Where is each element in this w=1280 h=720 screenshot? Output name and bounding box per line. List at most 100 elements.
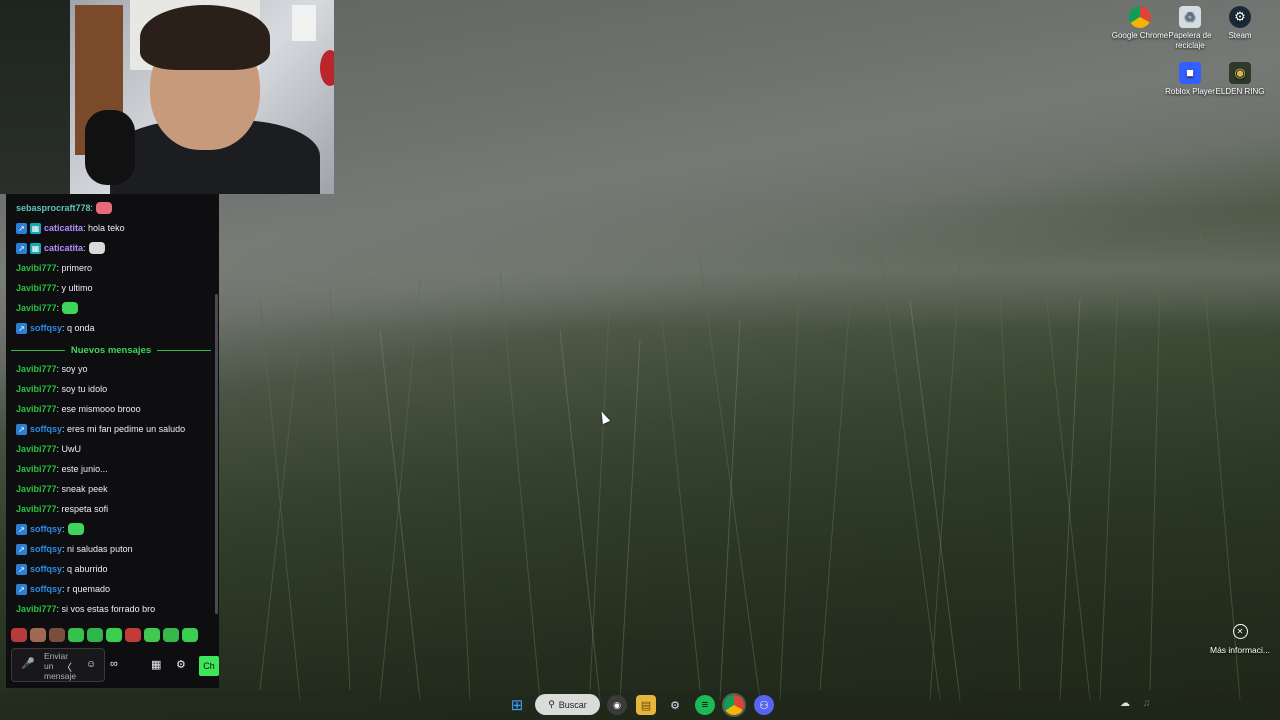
chat-message: sebasprocraft778: bbox=[16, 201, 113, 215]
emote-button[interactable] bbox=[30, 628, 46, 642]
desktop-icon-label: Google Chrome bbox=[1111, 31, 1169, 40]
chat-message-text: sneak peek bbox=[59, 484, 108, 494]
chat-username[interactable]: soffqsy bbox=[30, 424, 62, 434]
desktop-icon-elden-ring[interactable]: ◉ ELDEN RING bbox=[1211, 58, 1269, 97]
chat-separator: : bbox=[83, 243, 86, 253]
chat-username[interactable]: Javibi777 bbox=[16, 303, 57, 313]
chat-username[interactable]: soffqsy bbox=[30, 544, 62, 554]
chat-username[interactable]: Javibi777 bbox=[16, 464, 57, 474]
emote-button[interactable] bbox=[163, 628, 179, 642]
chat-send-button[interactable]: Ch bbox=[199, 656, 219, 676]
chat-message-text: eres mi fan pedime un saludo bbox=[64, 424, 186, 434]
prime-badge-icon[interactable]: ↗ bbox=[16, 563, 27, 575]
chat-username[interactable]: Javibi777 bbox=[16, 384, 57, 394]
recycle-bin-icon: ♻ bbox=[1179, 6, 1201, 28]
stream-chat-panel: sebasprocraft778: ↗ ▦ caticatita: hola teko… bbox=[6, 194, 219, 688]
bits-icon[interactable]: ∞ bbox=[110, 658, 118, 670]
emote-button[interactable] bbox=[144, 628, 160, 642]
chat-message-text: q aburrido bbox=[64, 564, 108, 574]
chat-username[interactable]: Javibi777 bbox=[16, 263, 57, 273]
chat-username[interactable]: Javibi777 bbox=[16, 404, 57, 414]
prime-badge-icon[interactable]: ↗ bbox=[16, 242, 27, 254]
chat-username[interactable]: soffqsy bbox=[30, 323, 62, 333]
sub-badge-icon[interactable]: ▦ bbox=[30, 242, 41, 254]
emote-button[interactable] bbox=[125, 628, 141, 642]
chat-message: ↗ ▦ caticatita: hola teko bbox=[16, 221, 125, 235]
chat-message: Javibi777: soy tu idolo bbox=[16, 382, 107, 396]
webcam-poster bbox=[292, 5, 316, 41]
new-messages-label: Nuevos mensajes bbox=[70, 344, 152, 356]
spotify-icon[interactable]: ≡ bbox=[695, 695, 715, 715]
chrome-icon bbox=[1129, 6, 1151, 28]
chat-username[interactable]: caticatita bbox=[44, 223, 83, 233]
chat-message-text: soy tu idolo bbox=[59, 384, 108, 394]
chat-username[interactable]: caticatita bbox=[44, 243, 83, 253]
desktop-icon-label: Steam bbox=[1228, 31, 1252, 40]
prime-badge-icon[interactable]: ↗ bbox=[16, 322, 27, 334]
settings-icon[interactable]: ⚙ bbox=[176, 658, 186, 671]
chat-input[interactable]: 🎤 Enviar un mensaje 〈 ☺ bbox=[11, 648, 105, 682]
info-camera-icon: ✕ bbox=[1232, 624, 1248, 639]
prime-badge-icon[interactable]: ↗ bbox=[16, 423, 27, 435]
more-info-button[interactable]: ✕ Más informaci... bbox=[1208, 622, 1272, 655]
chat-username[interactable]: Javibi777 bbox=[16, 484, 57, 494]
elden-ring-icon: ◉ bbox=[1229, 62, 1251, 84]
chat-username[interactable]: Javibi777 bbox=[16, 604, 57, 614]
chat-username[interactable]: sebasprocraft778 bbox=[16, 203, 91, 213]
obs-icon[interactable]: ◉ bbox=[607, 695, 627, 715]
volume-icon[interactable]: ♫ bbox=[1143, 698, 1151, 709]
chat-username[interactable]: soffqsy bbox=[30, 584, 62, 594]
chrome-taskbar-icon[interactable] bbox=[722, 693, 746, 717]
chat-message: Javibi777: sneak peek bbox=[16, 482, 108, 496]
chat-message: Javibi777: y ultimo bbox=[16, 281, 93, 295]
new-messages-divider: Nuevos mensajes bbox=[11, 343, 212, 357]
prime-badge-icon[interactable]: ↗ bbox=[16, 543, 27, 555]
prime-badge-icon[interactable]: ↗ bbox=[16, 222, 27, 234]
start-icon[interactable]: ⊞ bbox=[507, 695, 527, 715]
chat-message: ↗ soffqsy: eres mi fan pedime un saludo bbox=[16, 422, 185, 436]
chat-message-text: r quemado bbox=[64, 584, 111, 594]
chat-scrollbar[interactable] bbox=[215, 294, 218, 614]
translate-icon[interactable]: 〈 bbox=[62, 659, 72, 674]
roblox-icon: ■ bbox=[1179, 62, 1201, 84]
prime-badge-icon[interactable]: ↗ bbox=[16, 523, 27, 535]
chat-username[interactable]: Javibi777 bbox=[16, 504, 57, 514]
chat-username[interactable]: soffqsy bbox=[30, 564, 62, 574]
chat-message-text: si vos estas forrado bro bbox=[59, 604, 156, 614]
sub-badge-icon[interactable]: ▦ bbox=[30, 222, 41, 234]
store-icon[interactable]: ▦ bbox=[151, 658, 161, 671]
microphone-icon[interactable]: 🎤 bbox=[21, 657, 35, 670]
chat-username[interactable]: Javibi777 bbox=[16, 364, 57, 374]
chat-separator: : bbox=[62, 524, 65, 534]
discord-icon[interactable]: ⚇ bbox=[754, 695, 774, 715]
chat-message-text: hola teko bbox=[85, 223, 125, 233]
chat-message: Javibi777: soy yo bbox=[16, 362, 88, 376]
desktop-icon-label: Papelera de reciclaje bbox=[1168, 31, 1212, 50]
emoji-icon[interactable]: ☺ bbox=[86, 659, 96, 670]
file-explorer-icon[interactable]: ▤ bbox=[636, 695, 656, 715]
steam-taskbar-icon[interactable]: ⚙ bbox=[665, 695, 685, 715]
desktop-icon-steam[interactable]: ⚙ Steam bbox=[1211, 2, 1269, 41]
taskbar-search[interactable]: ⚲ Buscar bbox=[535, 694, 600, 715]
chat-message: Javibi777: si vos estas forrado bro bbox=[16, 602, 155, 616]
chat-separator: : bbox=[56, 303, 60, 313]
emote-button[interactable] bbox=[87, 628, 103, 642]
chat-message: ↗ soffqsy: q aburrido bbox=[16, 562, 108, 576]
chat-message-text: q onda bbox=[64, 323, 95, 333]
emote-button[interactable] bbox=[49, 628, 65, 642]
emote-button[interactable] bbox=[106, 628, 122, 642]
chat-message: ↗ ▦ caticatita: bbox=[16, 241, 105, 255]
duck-emote bbox=[88, 242, 105, 254]
network-icon[interactable]: ☁ bbox=[1120, 698, 1130, 709]
prime-badge-icon[interactable]: ↗ bbox=[16, 583, 27, 595]
chat-message: ↗ soffqsy: bbox=[16, 522, 84, 536]
emote-button[interactable] bbox=[182, 628, 198, 642]
search-icon: ⚲ bbox=[548, 699, 555, 709]
steam-icon: ⚙ bbox=[1229, 6, 1251, 28]
chat-username[interactable]: Javibi777 bbox=[16, 283, 57, 293]
emote-button[interactable] bbox=[68, 628, 84, 642]
chat-username[interactable]: Javibi777 bbox=[16, 444, 57, 454]
chat-username[interactable]: soffqsy bbox=[30, 524, 62, 534]
emote-button[interactable] bbox=[11, 628, 27, 642]
emote-quick-row bbox=[11, 628, 198, 642]
